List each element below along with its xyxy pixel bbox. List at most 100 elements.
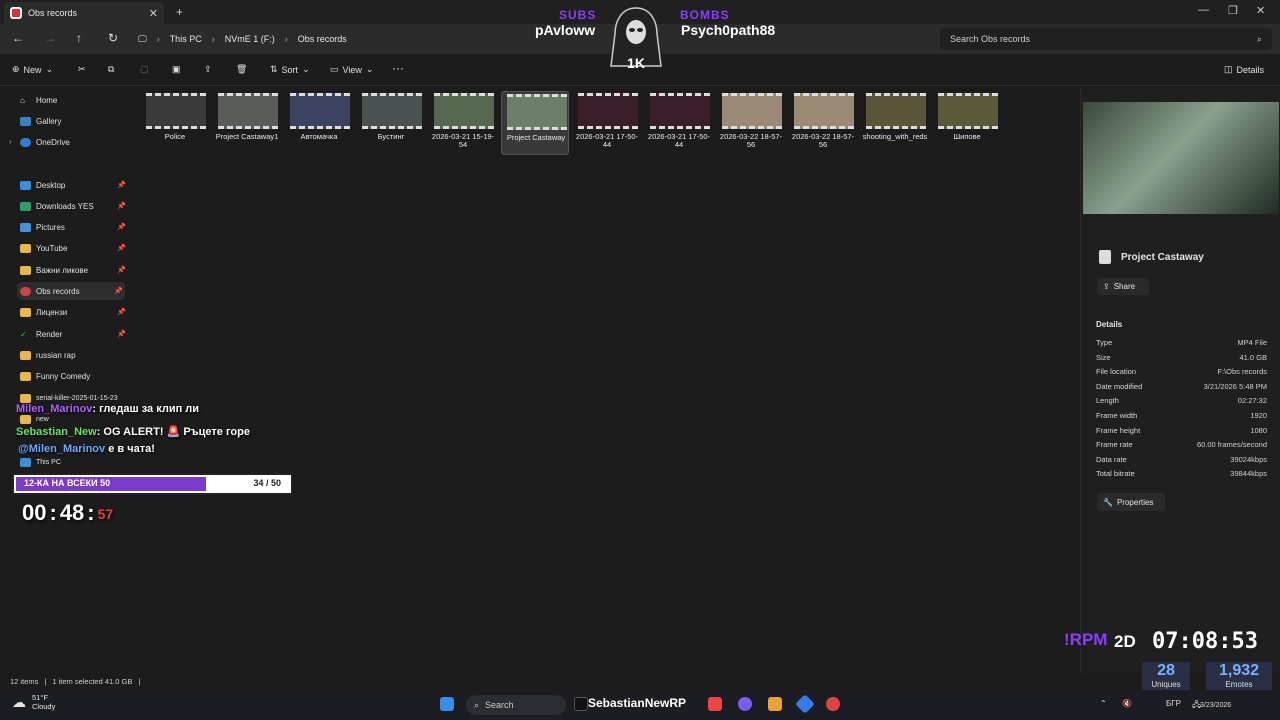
file-name: Police — [164, 132, 186, 141]
chevron-up-icon[interactable]: ⌃ — [1100, 699, 1107, 708]
refresh-icon[interactable]: ↻ — [108, 31, 118, 45]
sidebar-item-downloads[interactable]: Downloads YES 📌 — [20, 197, 128, 215]
file-name: Бустинг — [377, 132, 405, 141]
file-item[interactable]: Бустинг — [357, 91, 425, 155]
chat-message: @Milen_Marinov е в чата! — [18, 443, 155, 455]
file-item[interactable]: Автомачка — [285, 91, 353, 155]
file-item[interactable]: 2026-03-22 18-57-56 — [789, 91, 857, 155]
obs-icon — [10, 7, 22, 19]
file-item[interactable]: 2026-03-21 17-50-44 — [645, 91, 713, 155]
status-separator: | — [44, 676, 47, 686]
file-name: 2026-03-21 17-50-44 — [647, 132, 711, 149]
chat-message: Sebastian_New: OG ALERT! 🚨 Ръцете горе — [16, 425, 250, 438]
search-input[interactable]: Search Obs records ⌕ — [940, 28, 1272, 50]
property-value: F:\Obs records — [1217, 367, 1267, 377]
taskbar-search[interactable]: ⌕ Search — [466, 695, 566, 715]
sidebar-item-this-pc[interactable]: This PC — [20, 453, 128, 471]
weather-cond: Cloudy — [32, 702, 56, 711]
file-item[interactable]: Police — [141, 91, 209, 155]
sort-button[interactable]: ⇅ Sort ⌄ — [270, 64, 310, 75]
sidebar-item-youtube[interactable]: YouTube 📌 — [20, 239, 128, 257]
file-item[interactable]: 2026-03-22 18-57-56 — [717, 91, 785, 155]
chevron-down-icon: ⌄ — [45, 64, 54, 74]
sidebar-item-licenzi[interactable]: Лицензи 📌 — [20, 303, 128, 321]
new-tab-icon[interactable]: + — [176, 5, 183, 19]
sidebar-item-russian-rap[interactable]: russian rap — [20, 346, 128, 364]
sidebar-item-obs-records[interactable]: Obs records 📌 — [17, 282, 125, 300]
breadcrumb[interactable]: 🖵 › This PC › NVmE 1 (F:) › Obs records — [138, 28, 928, 50]
language-indicator[interactable]: БГР — [1166, 699, 1181, 708]
property-value: 02:27:32 — [1237, 396, 1267, 406]
close-window-icon[interactable]: ✕ — [1256, 4, 1265, 17]
rpm-label: !RPM — [1064, 630, 1108, 649]
checkmark-icon: ✓ — [20, 329, 27, 339]
crumb-folder[interactable]: Obs records — [298, 34, 347, 44]
sidebar-item-label: Лицензи — [36, 307, 68, 317]
tab-obs-records[interactable]: Obs records ✕ — [4, 2, 164, 24]
more-icon[interactable]: ··· — [392, 61, 404, 75]
chrome-icon[interactable] — [826, 697, 840, 711]
viber-icon[interactable] — [738, 697, 752, 711]
weather-widget[interactable]: ☁ 51°F Cloudy — [12, 693, 55, 711]
chrome-icon[interactable] — [708, 697, 722, 711]
sidebar-item-label: Obs records — [36, 286, 80, 296]
file-item[interactable]: shooting_with_reds — [861, 91, 929, 155]
new-button[interactable]: ⊕ New ⌄ — [12, 64, 53, 75]
property-key: Type — [1096, 338, 1113, 347]
sidebar-item-vazhni[interactable]: Важни ликове 📌 — [20, 261, 128, 279]
sidebar-item-funny-comedy[interactable]: Funny Comedy — [20, 367, 128, 385]
file-item[interactable]: Шипове — [933, 91, 1001, 155]
video-thumbnail — [146, 93, 206, 129]
download-icon — [20, 201, 31, 211]
file-name: Автомачка — [300, 132, 338, 141]
file-item[interactable]: Project Castaway — [501, 91, 569, 155]
share-button[interactable]: ⇪ Share — [1097, 278, 1149, 295]
up-icon[interactable]: ↑ — [76, 31, 82, 45]
file-item[interactable]: 2026-03-21 15-19-54 — [429, 91, 497, 155]
sidebar-item-pictures[interactable]: Pictures 📌 — [20, 218, 128, 236]
file-item[interactable]: 2026-03-21 17-50-44 — [573, 91, 641, 155]
file-name: 2026-03-21 15-19-54 — [431, 132, 495, 149]
sidebar-item-render[interactable]: ✓ Render 📌 — [20, 325, 128, 343]
view-button[interactable]: ▭ View ⌄ — [330, 64, 373, 75]
rename-icon[interactable]: ▣ — [172, 64, 181, 75]
sidebar-item-onedrive[interactable]: OneDrive — [20, 133, 128, 151]
windows-start-icon[interactable] — [440, 697, 454, 711]
back-icon[interactable]: ← — [12, 31, 24, 45]
delete-icon[interactable]: 🗑 — [236, 64, 247, 75]
share-icon[interactable]: ⇪ — [204, 64, 212, 75]
minimize-icon[interactable]: — — [1198, 4, 1209, 16]
copy-icon[interactable]: ⧉ — [108, 64, 114, 75]
video-thumbnail — [578, 93, 638, 129]
diamond-app-icon[interactable] — [795, 694, 815, 714]
file-name: Шипове — [953, 132, 981, 141]
maximize-icon[interactable]: ❐ — [1228, 4, 1238, 17]
sidebar-item-gallery[interactable]: Gallery — [20, 112, 128, 130]
property-key: Frame rate — [1096, 440, 1133, 450]
taskbar-date[interactable]: 3/23/2026 — [1200, 702, 1231, 709]
paste-icon[interactable]: ▢ — [140, 64, 149, 75]
close-tab-icon[interactable]: ✕ — [149, 7, 158, 20]
crumb-this-pc[interactable]: This PC — [170, 34, 202, 44]
sidebar-item-desktop[interactable]: Desktop 📌 — [20, 176, 128, 194]
sidebar-item-label: russian rap — [36, 350, 76, 360]
tiktok-icon[interactable] — [574, 697, 588, 711]
sidebar-item-label: Pictures — [36, 222, 65, 232]
file-item[interactable]: Project Castaway1 — [213, 91, 281, 155]
chevron-right-icon: › — [284, 34, 288, 44]
file-name: Project Castaway — [506, 133, 566, 142]
forward-icon[interactable]: → — [44, 31, 56, 45]
sidebar-item-home[interactable]: ⌂ Home — [20, 91, 128, 109]
cut-icon[interactable]: ✂ — [78, 64, 86, 75]
folder-icon — [20, 371, 31, 381]
video-thumbnail — [434, 93, 494, 129]
mute-icon[interactable]: 🔇 — [1122, 699, 1132, 708]
folder-icon — [20, 393, 31, 403]
properties-button[interactable]: 🔧 Properties — [1097, 493, 1165, 511]
crumb-drive[interactable]: NVmE 1 (F:) — [225, 34, 275, 44]
details-button[interactable]: ◫ Details — [1224, 64, 1264, 75]
pictures-icon — [20, 222, 31, 232]
folder-icon — [20, 265, 31, 275]
app-icon[interactable] — [768, 697, 782, 711]
chevron-right-icon[interactable]: › — [9, 137, 12, 146]
